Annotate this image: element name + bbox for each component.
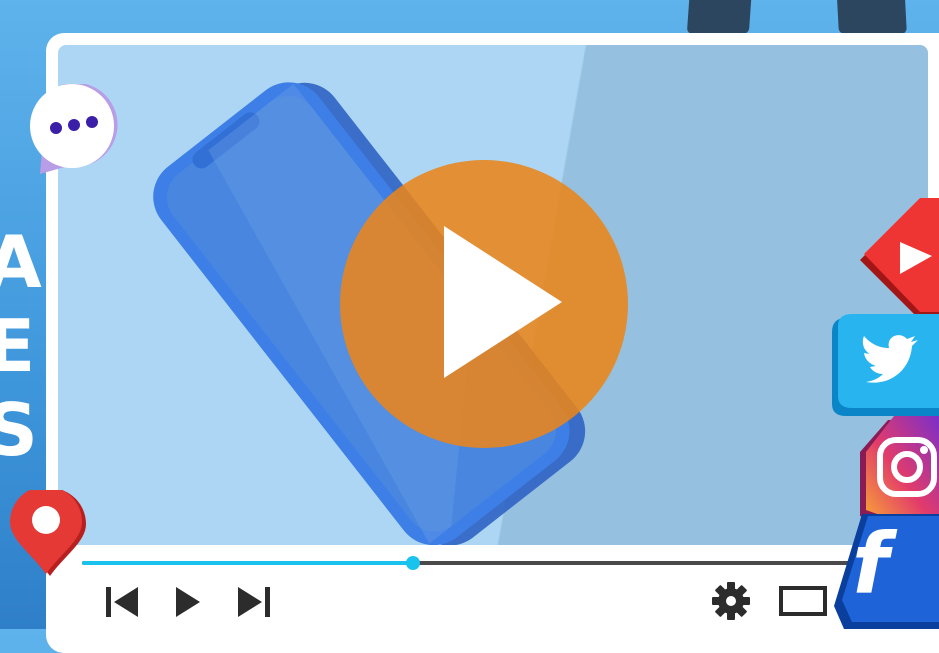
- facebook-badge: f: [832, 514, 939, 634]
- previous-button[interactable]: [104, 584, 140, 620]
- skip-previous-icon: [106, 587, 138, 617]
- progress-fill: [82, 561, 414, 565]
- side-letters: A E S: [0, 220, 42, 472]
- location-pin-decoration: [6, 486, 86, 585]
- theater-mode-icon: [779, 586, 827, 616]
- next-button[interactable]: [236, 584, 272, 620]
- progress-bar[interactable]: [82, 556, 852, 570]
- twitter-badge: [828, 312, 939, 427]
- play-icon: [176, 587, 200, 617]
- youtube-icon: [860, 198, 939, 320]
- gear-icon: [712, 582, 750, 620]
- facebook-letter: f: [852, 515, 889, 613]
- instagram-icon: [860, 416, 939, 528]
- background-figure-right: [837, 0, 907, 34]
- side-letter: A: [0, 220, 42, 304]
- twitter-icon: [832, 314, 939, 416]
- youtube-badge: [860, 196, 939, 331]
- side-letter: S: [0, 388, 38, 472]
- skip-next-icon: [238, 587, 270, 617]
- chat-bubble-icon: [30, 82, 118, 174]
- chat-bubble-decoration: [24, 82, 118, 193]
- play-button[interactable]: [172, 584, 204, 620]
- location-pin-icon: [10, 486, 86, 576]
- side-letter: E: [0, 304, 36, 388]
- progress-scrubber[interactable]: [406, 556, 421, 570]
- theater-mode-button[interactable]: [778, 584, 828, 620]
- play-circle-icon: [444, 226, 562, 378]
- big-play-button[interactable]: [340, 160, 628, 448]
- settings-button[interactable]: [710, 580, 752, 620]
- background-figure-left: [686, 0, 752, 34]
